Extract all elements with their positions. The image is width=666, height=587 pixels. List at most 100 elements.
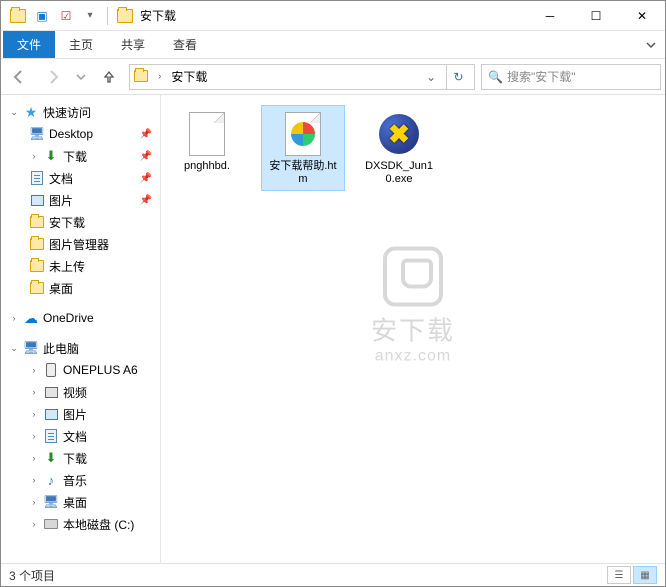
- chevron-down-icon[interactable]: ⌄: [9, 107, 19, 118]
- qat-folder-icon[interactable]: [7, 5, 29, 27]
- search-icon: 🔍: [488, 70, 503, 84]
- chevron-right-icon[interactable]: ›: [29, 409, 39, 419]
- sidebar-label: 本地磁盘 (C:): [63, 516, 134, 533]
- sidebar-label: 桌面: [63, 494, 87, 511]
- sidebar-item-documents2[interactable]: › 文档: [1, 425, 160, 447]
- refresh-button[interactable]: ↻: [446, 65, 470, 89]
- search-placeholder: 搜索"安下载": [507, 68, 576, 85]
- sidebar-item-localdisk[interactable]: › 本地磁盘 (C:): [1, 513, 160, 535]
- folder-icon: [29, 280, 45, 296]
- video-icon: [43, 384, 59, 400]
- sidebar-label: 文档: [49, 170, 73, 187]
- status-item-count: 3 个项目: [9, 567, 55, 584]
- sidebar-item-desktop[interactable]: 🖥 Desktop 📌: [1, 123, 160, 145]
- download-icon: ⬇: [43, 148, 59, 164]
- address-dropdown-icon[interactable]: ⌄: [422, 70, 440, 84]
- chevron-right-icon[interactable]: ›: [29, 453, 39, 463]
- sidebar-item-desktop3[interactable]: › 🖥 桌面: [1, 491, 160, 513]
- titlebar-folder-icon: [114, 5, 136, 27]
- nav-recent-button[interactable]: [73, 63, 89, 91]
- address-segment[interactable]: 安下载: [169, 66, 209, 87]
- sidebar-item-oneplus[interactable]: › ONEPLUS A6: [1, 359, 160, 381]
- pin-icon: 📌: [140, 195, 152, 206]
- watermark: 安下载 anxz.com: [371, 246, 455, 365]
- watermark-text-small: anxz.com: [371, 347, 455, 365]
- maximize-button[interactable]: ☐: [573, 1, 619, 30]
- chevron-right-icon[interactable]: ›: [29, 431, 39, 441]
- chevron-right-icon[interactable]: ›: [9, 313, 19, 323]
- sidebar-item-desktop2[interactable]: 桌面: [1, 277, 160, 299]
- file-label: DXSDK_Jun10.exe: [362, 160, 436, 186]
- sidebar-item-picmanager[interactable]: 图片管理器: [1, 233, 160, 255]
- sidebar-item-onedrive[interactable]: › ☁ OneDrive: [1, 307, 160, 329]
- chevron-right-icon[interactable]: ›: [29, 387, 39, 397]
- search-input[interactable]: 🔍 搜索"安下载": [481, 64, 661, 90]
- chevron-right-icon[interactable]: ›: [29, 519, 39, 529]
- sidebar-item-pictures2[interactable]: › 图片: [1, 403, 160, 425]
- sidebar-item-documents[interactable]: 文档 📌: [1, 167, 160, 189]
- phone-icon: [43, 362, 59, 378]
- titlebar: ▣ ☑ ▾ 安下载 ─ ☐ ✕: [1, 1, 665, 31]
- sidebar-item-downloads[interactable]: › ⬇ 下载 📌: [1, 145, 160, 167]
- tab-share[interactable]: 共享: [107, 31, 159, 58]
- sidebar-label: 桌面: [49, 280, 73, 297]
- address-bar[interactable]: › 安下载 ⌄ ↻: [129, 64, 475, 90]
- sidebar-label: 安下载: [49, 214, 85, 231]
- chevron-down-icon[interactable]: ⌄: [9, 343, 19, 354]
- nav-up-button[interactable]: [95, 63, 123, 91]
- sidebar-item-unuploaded[interactable]: 未上传: [1, 255, 160, 277]
- sidebar-item-video[interactable]: › 视频: [1, 381, 160, 403]
- sidebar-item-thispc[interactable]: ⌄ 🖥 此电脑: [1, 337, 160, 359]
- sidebar-label: OneDrive: [43, 311, 94, 325]
- folder-icon: [29, 258, 45, 274]
- file-item[interactable]: pnghhbd.: [165, 105, 249, 191]
- sidebar-label: 未上传: [49, 258, 85, 275]
- sidebar-label: 图片管理器: [49, 236, 109, 253]
- sidebar-item-downloads2[interactable]: › ⬇ 下载: [1, 447, 160, 469]
- tab-file[interactable]: 文件: [3, 31, 55, 58]
- sidebar-label: 图片: [49, 192, 73, 209]
- file-label: 安下载帮助.htm: [266, 160, 340, 186]
- view-details-button[interactable]: ☰: [607, 566, 631, 584]
- file-item[interactable]: 安下载帮助.htm: [261, 105, 345, 191]
- document-icon: [43, 428, 59, 444]
- sidebar-item-music[interactable]: › ♪ 音乐: [1, 469, 160, 491]
- file-icon-htm: [279, 110, 327, 158]
- chevron-right-icon[interactable]: ›: [29, 365, 39, 375]
- minimize-button[interactable]: ─: [527, 1, 573, 30]
- nav-forward-button[interactable]: [39, 63, 67, 91]
- pin-icon: 📌: [140, 151, 152, 162]
- file-icon-exe: ✖: [375, 110, 423, 158]
- download-icon: ⬇: [43, 450, 59, 466]
- sidebar-label: 文档: [63, 428, 87, 445]
- nav-back-button[interactable]: [5, 63, 33, 91]
- sidebar-label: ONEPLUS A6: [63, 363, 138, 377]
- onedrive-icon: ☁: [23, 310, 39, 326]
- qat-checkbox-icon[interactable]: ☑: [55, 5, 77, 27]
- sidebar-label: Desktop: [49, 127, 93, 141]
- file-item[interactable]: ✖ DXSDK_Jun10.exe: [357, 105, 441, 191]
- qat-customize-icon[interactable]: ▾: [79, 5, 101, 27]
- document-icon: [29, 170, 45, 186]
- qat-properties-icon[interactable]: ▣: [31, 5, 53, 27]
- sidebar: ⌄ ★ 快速访问 🖥 Desktop 📌 › ⬇ 下载 📌 文档 📌 图片 📌: [1, 95, 161, 563]
- drive-icon: [43, 516, 59, 532]
- address-folder-icon: [134, 70, 150, 84]
- desktop-icon: 🖥: [43, 494, 59, 510]
- sidebar-item-quick-access[interactable]: ⌄ ★ 快速访问: [1, 101, 160, 123]
- ribbon-expand-icon[interactable]: [637, 35, 665, 58]
- sidebar-label: 快速访问: [43, 104, 91, 121]
- file-content-area[interactable]: 安下载 anxz.com pnghhbd. 安下载帮助.htm ✖ DXSDK_…: [161, 95, 665, 563]
- music-icon: ♪: [43, 472, 59, 488]
- tab-view[interactable]: 查看: [159, 31, 211, 58]
- chevron-right-icon[interactable]: ›: [29, 151, 39, 161]
- tab-home[interactable]: 主页: [55, 31, 107, 58]
- chevron-right-icon[interactable]: ›: [29, 497, 39, 507]
- sidebar-item-pictures[interactable]: 图片 📌: [1, 189, 160, 211]
- file-label: pnghhbd.: [184, 160, 230, 173]
- view-icons-button[interactable]: ▦: [633, 566, 657, 584]
- sidebar-item-anxz[interactable]: 安下载: [1, 211, 160, 233]
- chevron-right-icon[interactable]: ›: [156, 71, 163, 82]
- close-button[interactable]: ✕: [619, 1, 665, 30]
- chevron-right-icon[interactable]: ›: [29, 475, 39, 485]
